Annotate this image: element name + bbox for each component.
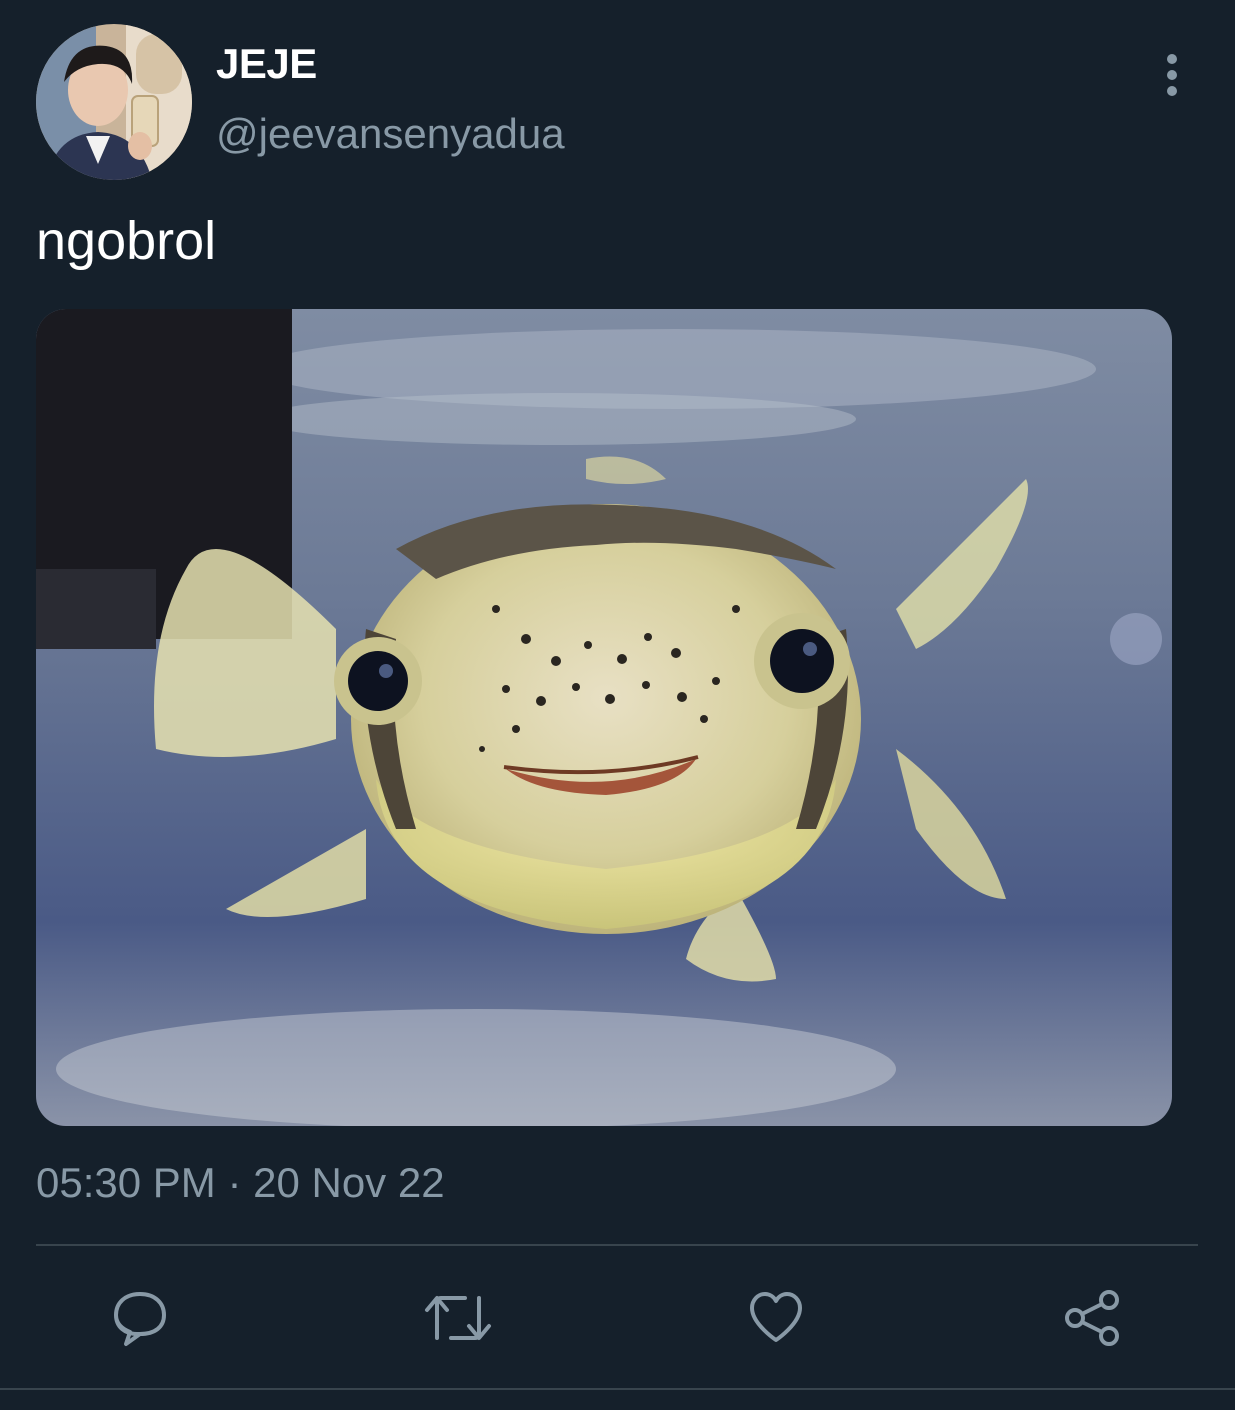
divider: [36, 1244, 1198, 1246]
avatar[interactable]: [36, 24, 192, 180]
divider: [0, 1388, 1235, 1390]
display-name[interactable]: JEJE: [216, 40, 317, 88]
tweet-timestamp[interactable]: 05:30 PM · 20 Nov 22: [36, 1158, 445, 1208]
speech-bubble-icon: [114, 1292, 167, 1346]
pufferfish-photo: [36, 309, 1172, 1126]
reply-button[interactable]: [105, 1285, 175, 1351]
vertical-ellipsis-icon: [1167, 54, 1177, 96]
tweet-text: ngobrol: [36, 211, 217, 271]
tweet-media-image[interactable]: [36, 309, 1172, 1126]
share-button[interactable]: [1058, 1285, 1128, 1351]
retweet-arrows-icon: [425, 1296, 491, 1340]
tweet-card: JEJE @jeevansenyadua ngobrol 05:30 PM · …: [0, 0, 1235, 1410]
user-handle[interactable]: @jeevansenyadua: [216, 110, 565, 158]
share-nodes-icon: [1065, 1290, 1119, 1346]
retweet-button[interactable]: [423, 1285, 493, 1351]
like-button[interactable]: [741, 1285, 811, 1351]
heart-icon: [750, 1292, 802, 1342]
avatar-image: [36, 24, 192, 180]
more-options-button[interactable]: [1150, 50, 1194, 100]
